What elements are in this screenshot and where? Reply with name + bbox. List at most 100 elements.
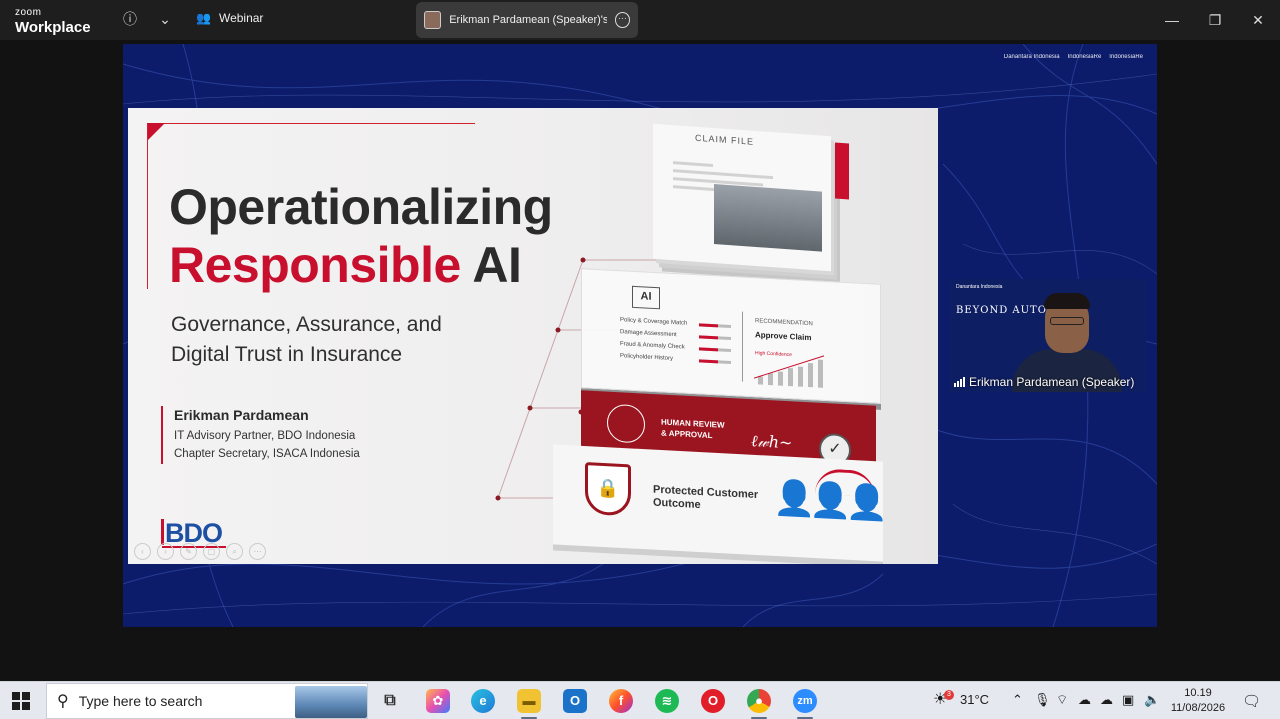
zoom-taskbar-icon[interactable]: zm bbox=[793, 689, 817, 719]
sponsor-logo: IndonesiaRe bbox=[1067, 54, 1102, 60]
damaged-car-image bbox=[714, 184, 822, 252]
microphone-icon[interactable]: 🎙 bbox=[1034, 692, 1051, 708]
zoom-icon[interactable]: ⌕ bbox=[226, 543, 243, 560]
share-title: Erikman Pardamean (Speaker)'s sc bbox=[449, 14, 607, 26]
score-meter bbox=[699, 347, 731, 352]
close-icon[interactable]: ✕ bbox=[1248, 10, 1268, 30]
accent-line bbox=[147, 124, 148, 289]
outcome-label: Protected Customer Outcome bbox=[653, 484, 758, 516]
slide-title-line2: Responsible AI bbox=[169, 236, 522, 294]
presentation-slide: Operationalizing Responsible AI Governan… bbox=[128, 108, 938, 564]
slides-icon[interactable]: ▢ bbox=[203, 543, 220, 560]
score-meter bbox=[699, 323, 731, 328]
accent-corner bbox=[147, 123, 165, 141]
ai-analysis-panel: AI Policy & Coverage Match Damage Assess… bbox=[581, 268, 881, 404]
clock-time: 10.19 bbox=[1184, 687, 1212, 699]
zoom-app-window: zoom Workplace ⓘ ⌄ 👥 Webinar Erikman Par… bbox=[0, 0, 1280, 681]
firefox-icon[interactable]: f bbox=[609, 689, 633, 713]
people-icon: 👥 bbox=[196, 11, 211, 25]
task-view-icon[interactable]: ⧉ bbox=[378, 689, 402, 713]
score-meter bbox=[699, 335, 731, 340]
edge-icon[interactable]: e bbox=[471, 689, 495, 713]
prev-slide-icon[interactable]: ‹ bbox=[134, 543, 151, 560]
zoom-logo: zoom Workplace bbox=[15, 7, 91, 36]
avatar bbox=[424, 11, 442, 29]
slide-subtitle: Governance, Assurance, and Digital Trust… bbox=[171, 310, 501, 370]
brand-small: zoom bbox=[15, 7, 42, 18]
screen-share-indicator[interactable]: Erikman Pardamean (Speaker)'s sc ··· bbox=[416, 2, 638, 38]
volume-icon[interactable]: 🔈 bbox=[1144, 692, 1160, 708]
windows-taskbar: ⚲ Type here to search ⧉ ✿ e ▬ O f ≋ O ● … bbox=[0, 681, 1280, 719]
subtitle-line: Governance, Assurance, and bbox=[171, 313, 442, 336]
windows-start-icon[interactable] bbox=[12, 692, 30, 710]
taskbar-search[interactable]: ⚲ Type here to search bbox=[46, 683, 368, 719]
brand-name: Workplace bbox=[15, 19, 91, 36]
speaker-hair bbox=[1044, 293, 1090, 309]
chevron-down-icon[interactable]: ⌄ bbox=[155, 9, 175, 29]
chevron-up-icon[interactable]: ⌃ bbox=[1012, 692, 1023, 708]
ai-chip-icon: AI bbox=[632, 285, 660, 310]
search-placeholder: Type here to search bbox=[78, 693, 203, 709]
webinar-label: Webinar bbox=[218, 11, 264, 25]
slide-title: Operationalizing bbox=[169, 179, 553, 235]
network-icon[interactable]: ⌔ bbox=[1056, 692, 1068, 708]
recommendation-value: Approve Claim bbox=[755, 330, 812, 343]
thumb-title: BEYOND AUTOM bbox=[956, 305, 1059, 316]
sponsor-logo: IndonesiaRe bbox=[1109, 54, 1143, 60]
check-item: Policyholder History bbox=[620, 353, 674, 362]
check-item: Damage Assessment bbox=[620, 329, 677, 339]
signature-icon: ℓ𝓌ℎ~ bbox=[751, 431, 793, 453]
speaker-accent bbox=[161, 406, 163, 464]
bar-graph-icon bbox=[754, 355, 825, 388]
human-review-label: HUMAN REVIEW & APPROVAL bbox=[661, 416, 725, 441]
shield-lock-icon: 🔒 bbox=[585, 462, 631, 517]
minimize-icon[interactable]: — bbox=[1162, 10, 1182, 30]
chrome-icon[interactable]: ● bbox=[747, 689, 771, 719]
speaker-role: Chapter Secretary, ISACA Indonesia bbox=[174, 448, 360, 460]
claim-tab bbox=[835, 142, 849, 200]
clock-date: 11/08/2026 bbox=[1170, 702, 1226, 714]
participant-video[interactable]: Danantara Indonesia BEYOND AUTOM Erikman… bbox=[950, 279, 1146, 392]
opera-icon[interactable]: O bbox=[701, 689, 725, 713]
participant-name: Erikman Pardamean (Speaker) bbox=[969, 375, 1135, 389]
shared-screen: Danantara Indonesia IndonesiaRe Indonesi… bbox=[123, 44, 1157, 627]
title-bar: zoom Workplace ⓘ ⌄ 👥 Webinar Erikman Par… bbox=[0, 0, 1280, 40]
temperature[interactable]: 31°C bbox=[960, 692, 989, 707]
restore-icon[interactable]: ❐ bbox=[1205, 10, 1225, 30]
sponsor-logo: Danantara Indonesia bbox=[1003, 54, 1060, 60]
weather-badge: 3 bbox=[944, 690, 954, 700]
info-icon[interactable]: ⓘ bbox=[120, 9, 140, 29]
spotify-icon[interactable]: ≋ bbox=[655, 689, 679, 713]
divider bbox=[742, 311, 743, 382]
score-meter bbox=[699, 359, 731, 364]
recommendation-label: RECOMMENDATION bbox=[755, 318, 813, 328]
more-options-icon[interactable]: ··· bbox=[614, 12, 630, 28]
speaker-role: IT Advisory Partner, BDO Indonesia bbox=[174, 430, 356, 442]
speaker-name: Erikman Pardamean bbox=[174, 407, 309, 423]
sponsor-logos: Danantara Indonesia IndonesiaRe Indonesi… bbox=[1004, 54, 1143, 60]
thumb-logo: Danantara Indonesia bbox=[956, 284, 1003, 290]
family-icon: 👤👤👤 bbox=[773, 478, 883, 523]
speaker-glasses bbox=[1050, 317, 1084, 325]
person-icon bbox=[607, 403, 645, 444]
cloud-off-icon[interactable]: ☁ bbox=[1078, 692, 1091, 708]
check-item: Fraud & Anomaly Check bbox=[620, 341, 685, 351]
subtitle-line: Digital Trust in Insurance bbox=[171, 343, 403, 366]
accent-line bbox=[148, 123, 475, 124]
pen-icon[interactable]: ✎ bbox=[180, 543, 197, 560]
file-explorer-icon[interactable]: ▬ bbox=[517, 689, 541, 719]
webinar-button[interactable]: 👥 Webinar bbox=[196, 11, 263, 25]
protected-outcome-panel: 🔒 Protected Customer Outcome 👤👤👤 bbox=[553, 444, 883, 562]
slide-controls: ‹ › ✎ ▢ ⌕ ⋯ bbox=[134, 543, 266, 560]
next-slide-icon[interactable]: › bbox=[157, 543, 174, 560]
display-icon[interactable]: ▣ bbox=[1122, 692, 1134, 708]
claim-file-panel: CLAIM FILE bbox=[653, 123, 849, 272]
onedrive-icon[interactable]: ☁ bbox=[1100, 692, 1113, 708]
outlook-icon[interactable]: O bbox=[563, 689, 587, 713]
copilot-icon[interactable]: ✿ bbox=[426, 689, 450, 713]
system-clock[interactable]: 10.19 11/08/2026 bbox=[1170, 686, 1226, 716]
notifications-icon[interactable]: 🗨 bbox=[1242, 692, 1261, 710]
more-icon[interactable]: ⋯ bbox=[249, 543, 266, 560]
check-item: Policy & Coverage Match bbox=[620, 317, 688, 327]
title-highlight: Responsible bbox=[169, 237, 461, 293]
